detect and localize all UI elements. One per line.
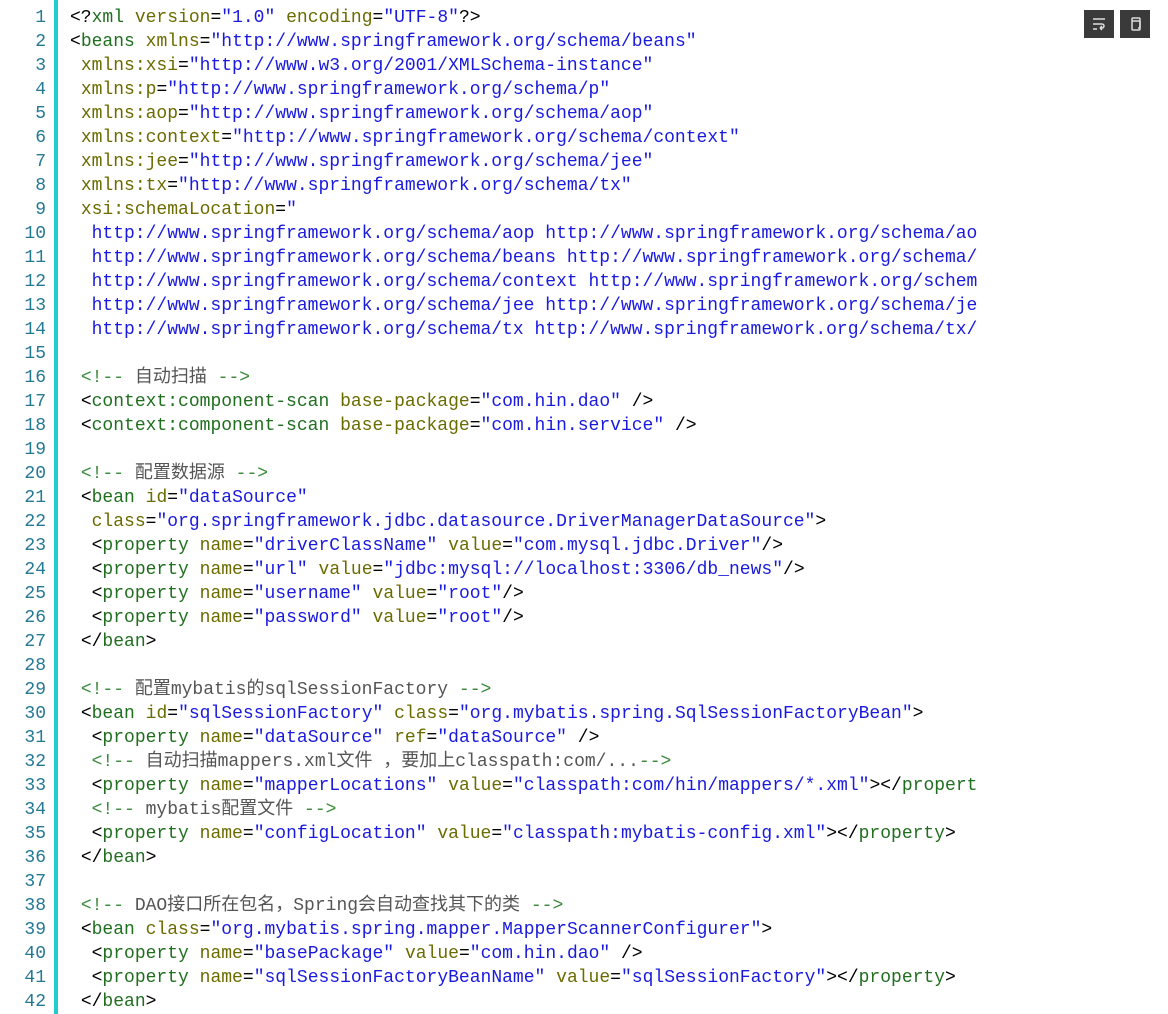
line-number: 33 [0,774,46,798]
toolbar [1084,10,1150,38]
code-line: <!-- 自动扫描mappers.xml文件 ，要加上classpath:com… [70,750,1168,774]
code-line: <context:component-scan base-package="co… [70,414,1168,438]
line-number: 2 [0,30,46,54]
code-line: http://www.springframework.org/schema/tx… [70,318,1168,342]
code-line: xmlns:jee="http://www.springframework.or… [70,150,1168,174]
line-number: 13 [0,294,46,318]
line-number: 23 [0,534,46,558]
line-number: 39 [0,918,46,942]
code-line: <property name="mapperLocations" value="… [70,774,1168,798]
line-number: 12 [0,270,46,294]
code-line: <bean id="sqlSessionFactory" class="org.… [70,702,1168,726]
code-line: </bean> [70,846,1168,870]
code-line: <context:component-scan base-package="co… [70,390,1168,414]
code-line: <property name="url" value="jdbc:mysql:/… [70,558,1168,582]
line-number: 41 [0,966,46,990]
line-number: 8 [0,174,46,198]
line-number: 14 [0,318,46,342]
line-number: 5 [0,102,46,126]
code-line: <bean id="dataSource" [70,486,1168,510]
line-number: 37 [0,870,46,894]
line-number: 1 [0,6,46,30]
code-line: <!-- DAO接口所在包名，Spring会自动查找其下的类 --> [70,894,1168,918]
line-number: 36 [0,846,46,870]
code-line: http://www.springframework.org/schema/co… [70,270,1168,294]
copy-button[interactable] [1120,10,1150,38]
line-number: 32 [0,750,46,774]
wrap-icon [1091,16,1107,32]
code-line: <property name="driverClassName" value="… [70,534,1168,558]
line-number: 25 [0,582,46,606]
line-number: 42 [0,990,46,1014]
line-number: 31 [0,726,46,750]
code-line: <!-- 配置数据源 --> [70,462,1168,486]
line-number: 21 [0,486,46,510]
code-line: <property name="sqlSessionFactoryBeanNam… [70,966,1168,990]
line-number: 17 [0,390,46,414]
line-number: 20 [0,462,46,486]
code-line: xsi:schemaLocation=" [70,198,1168,222]
line-number: 28 [0,654,46,678]
line-number: 6 [0,126,46,150]
wrap-button[interactable] [1084,10,1114,38]
code-line: http://www.springframework.org/schema/je… [70,294,1168,318]
line-number: 15 [0,342,46,366]
code-line: </bean> [70,630,1168,654]
code-line: <property name="username" value="root"/> [70,582,1168,606]
line-number: 10 [0,222,46,246]
code-line: <beans xmlns="http://www.springframework… [70,30,1168,54]
code-editor: 1234567891011121314151617181920212223242… [0,0,1168,1014]
line-number: 40 [0,942,46,966]
line-number: 29 [0,678,46,702]
code-line: <!-- mybatis配置文件 --> [70,798,1168,822]
line-number: 19 [0,438,46,462]
line-number: 7 [0,150,46,174]
code-line [70,870,1168,894]
code-line: xmlns:context="http://www.springframewor… [70,126,1168,150]
line-number: 9 [0,198,46,222]
code-line: xmlns:tx="http://www.springframework.org… [70,174,1168,198]
code-line: <bean class="org.mybatis.spring.mapper.M… [70,918,1168,942]
line-number: 16 [0,366,46,390]
code-line: http://www.springframework.org/schema/be… [70,246,1168,270]
code-line: <!-- 配置mybatis的sqlSessionFactory --> [70,678,1168,702]
code-line: <property name="dataSource" ref="dataSou… [70,726,1168,750]
line-number: 4 [0,78,46,102]
line-number: 34 [0,798,46,822]
code-line: class="org.springframework.jdbc.datasour… [70,510,1168,534]
code-line: xmlns:p="http://www.springframework.org/… [70,78,1168,102]
code-line: <!-- 自动扫描 --> [70,366,1168,390]
code-line: http://www.springframework.org/schema/ao… [70,222,1168,246]
code-line: <?xml version="1.0" encoding="UTF-8"?> [70,6,1168,30]
line-number-gutter: 1234567891011121314151617181920212223242… [0,0,58,1014]
copy-icon [1127,16,1143,32]
code-line: <property name="basePackage" value="com.… [70,942,1168,966]
line-number: 27 [0,630,46,654]
code-line [70,342,1168,366]
code-line [70,438,1168,462]
code-line: </bean> [70,990,1168,1014]
code-line [70,654,1168,678]
line-number: 35 [0,822,46,846]
code-line: xmlns:xsi="http://www.w3.org/2001/XMLSch… [70,54,1168,78]
code-line: xmlns:aop="http://www.springframework.or… [70,102,1168,126]
line-number: 26 [0,606,46,630]
line-number: 22 [0,510,46,534]
line-number: 30 [0,702,46,726]
line-number: 18 [0,414,46,438]
line-number: 24 [0,558,46,582]
code-line: <property name="password" value="root"/> [70,606,1168,630]
line-number: 3 [0,54,46,78]
line-number: 11 [0,246,46,270]
code-line: <property name="configLocation" value="c… [70,822,1168,846]
code-area[interactable]: <?xml version="1.0" encoding="UTF-8"?><b… [58,0,1168,1014]
line-number: 38 [0,894,46,918]
